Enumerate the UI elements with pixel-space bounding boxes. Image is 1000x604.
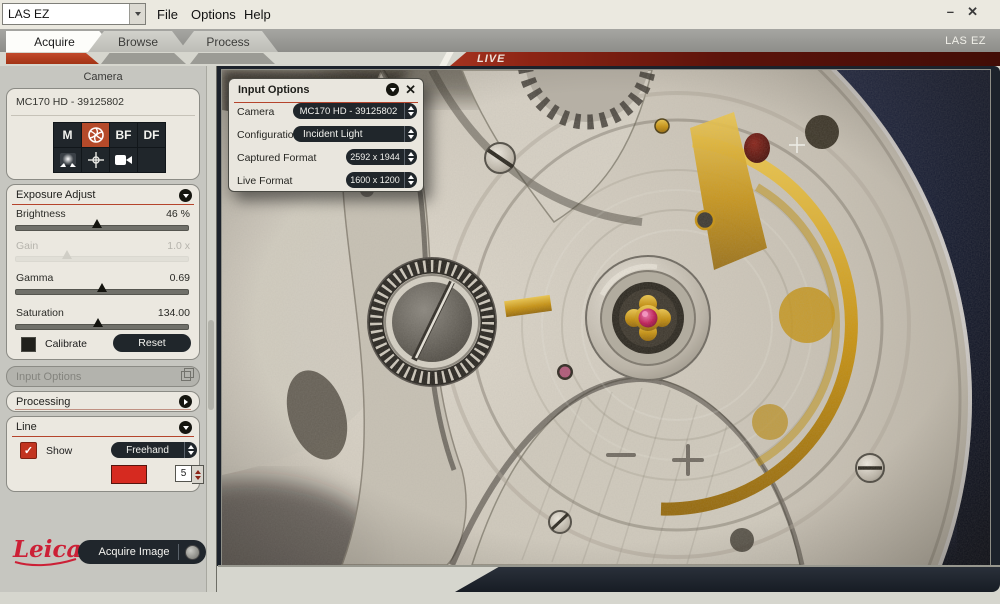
frame-divider <box>218 565 1000 567</box>
menu-options[interactable]: Options <box>191 7 236 22</box>
acquire-image-button[interactable]: Acquire Image <box>78 540 206 564</box>
check-icon: ✓ <box>24 444 33 457</box>
app-selector-value: LAS EZ <box>3 7 129 21</box>
brand-label: LAS EZ <box>945 35 986 47</box>
app-selector-combobox[interactable]: LAS EZ <box>2 3 146 25</box>
acquire-tab-accent <box>6 53 99 64</box>
exposure-adjust-panel: Exposure Adjust Brightness 46 % Gain 1.0… <box>6 184 200 360</box>
restore-window-icon <box>181 371 191 381</box>
gain-value: 1.0 x <box>167 240 190 252</box>
line-color-swatch[interactable] <box>111 465 147 484</box>
menu-bar: LAS EZ File Options Help – ✕ <box>0 0 1000 30</box>
brightness-slider[interactable] <box>15 225 189 231</box>
exposure-panel-title: Exposure Adjust <box>16 189 96 201</box>
live-banner <box>450 52 1000 66</box>
dialog-title: Input Options <box>238 84 309 96</box>
close-button[interactable]: ✕ <box>967 4 978 20</box>
menu-file[interactable]: File <box>157 7 178 22</box>
aperture-icon <box>87 126 105 144</box>
slider-thumb <box>62 250 72 259</box>
empty-cell <box>138 148 165 172</box>
line-width-stepper: 5 <box>175 465 204 484</box>
dropdown-spinner-icon[interactable] <box>185 445 197 455</box>
accent-underline <box>12 204 194 205</box>
line-tool-value: Freehand <box>111 445 184 456</box>
camera-mode-grid: M BF DF <box>53 122 166 173</box>
camera-device-label: MC170 HD - 39125802 <box>16 96 124 108</box>
configuration-field-label: Configuration <box>237 129 299 141</box>
stepper-arrows[interactable] <box>192 465 204 484</box>
live-status-label: LIVE <box>477 53 505 65</box>
mode-manual-button[interactable]: M <box>54 123 81 147</box>
collapse-chevron-icon[interactable] <box>386 83 399 96</box>
dropdown-spinner-icon[interactable] <box>405 175 417 185</box>
live-format-field-label: Live Format <box>237 175 292 187</box>
captured-format-field-label: Captured Format <box>237 152 316 164</box>
lamp-icon <box>59 152 77 168</box>
gamma-slider[interactable] <box>15 289 189 295</box>
leica-logo-text: Leica <box>12 536 81 563</box>
live-banner-slash <box>439 52 453 66</box>
configuration-dropdown[interactable]: Incident Light <box>293 126 417 142</box>
dropdown-spinner-icon[interactable] <box>405 152 417 162</box>
slider-thumb[interactable] <box>93 318 103 327</box>
camera-shutter-icon <box>185 545 200 560</box>
lamp-button[interactable] <box>54 148 81 172</box>
processing-bar[interactable]: Processing <box>6 391 200 412</box>
scrollbar-thumb[interactable] <box>208 320 214 410</box>
slider-thumb[interactable] <box>92 219 102 228</box>
input-options-bar[interactable]: Input Options <box>6 366 200 387</box>
dropdown-spinner-icon[interactable] <box>405 129 417 139</box>
mode-brightfield-button[interactable]: BF <box>110 123 137 147</box>
camcorder-icon <box>114 153 133 167</box>
show-label: Show <box>46 445 72 457</box>
browse-tab-accent <box>101 53 186 64</box>
line-width-value[interactable]: 5 <box>175 465 192 482</box>
las-ez-window: LAS EZ File Options Help – ✕ Acquire Bro… <box>0 0 1000 604</box>
line-tool-dropdown[interactable]: Freehand <box>111 442 197 458</box>
saturation-slider[interactable] <box>15 324 189 330</box>
bottom-status-bar <box>455 567 1000 592</box>
menu-help[interactable]: Help <box>244 7 271 22</box>
accent-underline <box>12 436 194 437</box>
minimize-button[interactable]: – <box>947 4 954 19</box>
tab-browse[interactable]: Browse <box>88 31 188 52</box>
sidebar-scrollbar[interactable] <box>206 66 217 592</box>
input-options-dialog: Input Options ✕ Camera MC170 HD - 391258… <box>228 78 424 192</box>
reset-button[interactable]: Reset <box>113 334 191 352</box>
collapse-chevron-icon[interactable] <box>179 421 192 434</box>
camera-field-label: Camera <box>237 106 274 118</box>
brightness-value: 46 % <box>166 208 190 220</box>
camera-dropdown[interactable]: MC170 HD - 39125802 <box>293 103 417 119</box>
captured-format-dropdown[interactable]: 2592 x 1944 <box>346 149 417 165</box>
video-button[interactable] <box>110 148 137 172</box>
chevron-down-icon <box>135 12 141 16</box>
collapse-chevron-icon[interactable] <box>179 189 192 202</box>
aperture-mode-button[interactable] <box>82 123 109 147</box>
crosshair-icon <box>87 151 105 169</box>
combobox-dropdown-button[interactable] <box>129 4 145 24</box>
show-checkbox[interactable]: ✓ <box>20 442 37 459</box>
process-tab-accent <box>190 53 275 64</box>
expand-chevron-icon[interactable] <box>179 395 192 408</box>
line-panel: Line ✓ Show Freehand 5 <box>6 416 200 492</box>
divider <box>11 115 195 116</box>
gamma-value: 0.69 <box>170 272 190 284</box>
line-panel-title: Line <box>16 421 37 433</box>
calibrate-checkbox[interactable] <box>21 337 36 352</box>
camera-panel: MC170 HD - 39125802 M BF DF <box>6 88 200 180</box>
dialog-close-button[interactable]: ✕ <box>405 82 416 98</box>
crosshair-button[interactable] <box>82 148 109 172</box>
mode-darkfield-button[interactable]: DF <box>138 123 165 147</box>
gain-slider <box>15 256 189 262</box>
slider-thumb[interactable] <box>97 283 107 292</box>
tab-process[interactable]: Process <box>178 31 278 52</box>
camera-section-title: Camera <box>0 71 206 83</box>
live-format-dropdown[interactable]: 1600 x 1200 <box>346 172 417 188</box>
dropdown-spinner-icon[interactable] <box>405 106 417 116</box>
calibrate-label: Calibrate <box>45 338 87 350</box>
saturation-value: 134.00 <box>158 307 190 319</box>
leica-logo: Leica <box>10 532 82 570</box>
